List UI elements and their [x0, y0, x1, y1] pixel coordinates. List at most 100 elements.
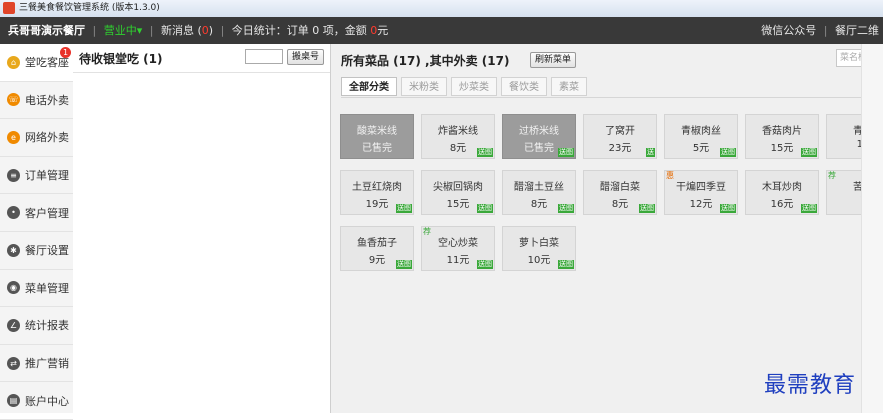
sidebar: ⌂ 堂吃客座 1 ☏ 电话外卖 e 网络外卖 ≡ 订单管理 • 客户管理 ✱ 餐厅设置 ◉ 菜单管理 ∠ 统计报…: [0, 44, 74, 420]
sidebar-item-label: 电话外卖: [25, 93, 69, 107]
order-panel-header: 待收银堂吃 (1) 搬桌号: [73, 44, 330, 73]
table-number-input[interactable]: [245, 49, 283, 64]
dish-card[interactable]: 土豆红烧肉 19元 送图: [340, 170, 414, 215]
web-order-icon: e: [7, 130, 20, 144]
dish-card[interactable]: 苦瓜 1 荐: [826, 170, 861, 215]
new-messages-count: 0: [201, 24, 209, 37]
dish-grid: 酸菜米线 已售完 炸酱米线 8元 送图 过桥米线 已售完 送图 了窝开 23元送青椒肉丝 5元 送图香…: [340, 114, 861, 314]
sidebar-item[interactable]: ✱ 餐厅设置: [0, 232, 73, 270]
category-tab[interactable]: 全部分类: [341, 77, 397, 96]
restaurant-qrcode-link[interactable]: 餐厅二维: [835, 24, 879, 37]
dish-name: 酸菜米线: [357, 126, 397, 137]
dish-card[interactable]: 萝卜白菜 10元 送图: [502, 226, 576, 271]
delivery-tag: 送图: [720, 148, 736, 157]
delivery-tag: 送图: [720, 204, 736, 213]
delivery-tag: 送图: [396, 260, 412, 269]
dish-card[interactable]: 醋溜土豆丝 8元 送图: [502, 170, 576, 215]
dish-card[interactable]: 醋溜白菜 8元 送图: [583, 170, 657, 215]
dish-name: 萝卜白菜: [519, 238, 559, 249]
dish-card[interactable]: 青菜 15: [826, 114, 861, 159]
window-titlebar: 三餐美食餐饮管理系统 (版本1.3.0): [0, 0, 883, 18]
sidebar-item[interactable]: ☏ 电话外卖: [0, 82, 73, 120]
top-bar: 兵哥哥演示餐厅 | 营业中▾ | 新消息 (0) | 今日统计：订单 0 项，金…: [0, 17, 883, 44]
sidebar-item-label: 客户管理: [25, 206, 69, 220]
list-icon: ≡: [7, 168, 20, 182]
dish-name: 鱼香茄子: [357, 238, 397, 249]
dish-price: 1: [827, 195, 861, 206]
sidebar-item-label: 账户中心: [25, 394, 69, 408]
sidebar-item[interactable]: ◉ 菜单管理: [0, 270, 73, 308]
sidebar-item[interactable]: ≡ 订单管理: [0, 157, 73, 195]
sidebar-item-label: 餐厅设置: [25, 244, 69, 258]
dish-name: 苦瓜: [853, 182, 861, 193]
wechat-link[interactable]: 微信公众号: [761, 24, 816, 37]
menu-title: 所有菜品 (17) ,其中外卖 (17): [341, 54, 510, 68]
right-scrollbar[interactable]: [861, 44, 883, 413]
gear-icon: ✱: [7, 243, 20, 257]
table-number-button[interactable]: 搬桌号: [287, 49, 325, 65]
menu-icon: ◉: [7, 281, 20, 295]
dish-card[interactable]: 干煸四季豆 12元 送图惠: [664, 170, 738, 215]
dish-card[interactable]: 鱼香茄子 9元 送图: [340, 226, 414, 271]
category-tabs: 全部分类 米粉类 炒菜类 餐饮类 素菜: [341, 77, 591, 97]
order-panel: 待收银堂吃 (1) 搬桌号: [73, 44, 331, 413]
new-messages-label: 新消息 (: [160, 24, 202, 37]
sidebar-item-label: 订单管理: [25, 169, 69, 183]
shuffle-icon: ⇄: [7, 356, 20, 370]
menu-panel: 所有菜品 (17) ,其中外卖 (17) 刷新菜单 菜名检 全部分类 米粉类 炒菜类…: [331, 44, 876, 413]
dish-name: 炸酱米线: [438, 126, 478, 137]
delivery-tag: 送图: [558, 260, 574, 269]
sidebar-item[interactable]: ⌂ 堂吃客座 1: [0, 44, 73, 82]
dish-card[interactable]: 尖椒回锅肉 15元 送图: [421, 170, 495, 215]
business-status-dropdown[interactable]: 营业中▾: [104, 24, 143, 37]
refresh-menu-button[interactable]: 刷新菜单: [530, 52, 577, 68]
dish-mark: 惠: [666, 171, 674, 180]
category-tab[interactable]: 米粉类: [401, 77, 447, 96]
chart-icon: ∠: [7, 318, 20, 332]
delivery-tag: 送: [646, 148, 655, 157]
watermark-text: 最需教育: [764, 373, 857, 398]
dish-mark: 荐: [828, 171, 836, 180]
delivery-tag: 送图: [477, 148, 493, 157]
dish-card[interactable]: 过桥米线 已售完 送图: [502, 114, 576, 159]
dish-card[interactable]: 炸酱米线 8元 送图: [421, 114, 495, 159]
dish-name: 香菇肉片: [762, 126, 802, 137]
dish-mark: 荐: [423, 227, 431, 236]
dish-card[interactable]: 了窝开 23元送: [583, 114, 657, 159]
delivery-tag: 送图: [477, 260, 493, 269]
category-tab[interactable]: 餐饮类: [501, 77, 547, 96]
dish-name: 空心炒菜: [438, 238, 478, 249]
sidebar-item[interactable]: ▤ 账户中心: [0, 382, 73, 420]
dish-name: 木耳炒肉: [762, 182, 802, 193]
dish-card[interactable]: 木耳炒肉 16元 送图: [745, 170, 819, 215]
dish-name: 土豆红烧肉: [352, 182, 402, 193]
new-messages-link[interactable]: 新消息 (0): [161, 24, 213, 37]
sidebar-item[interactable]: e 网络外卖: [0, 119, 73, 157]
divider: |: [92, 24, 97, 37]
category-tab[interactable]: 炒菜类: [451, 77, 497, 96]
sidebar-item-label: 网络外卖: [25, 131, 69, 145]
dish-card[interactable]: 酸菜米线 已售完: [340, 114, 414, 159]
dish-name: 尖椒回锅肉: [433, 182, 483, 193]
delivery-tag: 送图: [477, 204, 493, 213]
dish-name: 醋溜土豆丝: [514, 182, 564, 193]
dish-name: 醋溜白菜: [600, 182, 640, 193]
sidebar-item[interactable]: • 客户管理: [0, 194, 73, 232]
notification-badge: 1: [60, 47, 71, 58]
today-stats: 今日统计：订单 0 项，金额: [231, 24, 367, 37]
dish-card[interactable]: 香菇肉片 15元 送图: [745, 114, 819, 159]
dine-in-icon: ⌂: [7, 55, 20, 69]
delivery-tag: 送图: [396, 204, 412, 213]
category-tab[interactable]: 素菜: [551, 77, 587, 96]
new-messages-close: ): [208, 24, 214, 37]
dish-price: 15: [856, 139, 861, 150]
sidebar-item[interactable]: ⇄ 推广营销: [0, 345, 73, 383]
delivery-tag: 送图: [801, 204, 817, 213]
dish-name: 青菜: [853, 126, 861, 137]
sidebar-item[interactable]: ∠ 统计报表: [0, 307, 73, 345]
delivery-tag: 送图: [801, 148, 817, 157]
divider: |: [149, 24, 154, 37]
pending-orders-title: 待收银堂吃 (1): [79, 52, 163, 66]
dish-card[interactable]: 青椒肉丝 5元 送图: [664, 114, 738, 159]
dish-card[interactable]: 空心炒菜 11元 送图荐: [421, 226, 495, 271]
